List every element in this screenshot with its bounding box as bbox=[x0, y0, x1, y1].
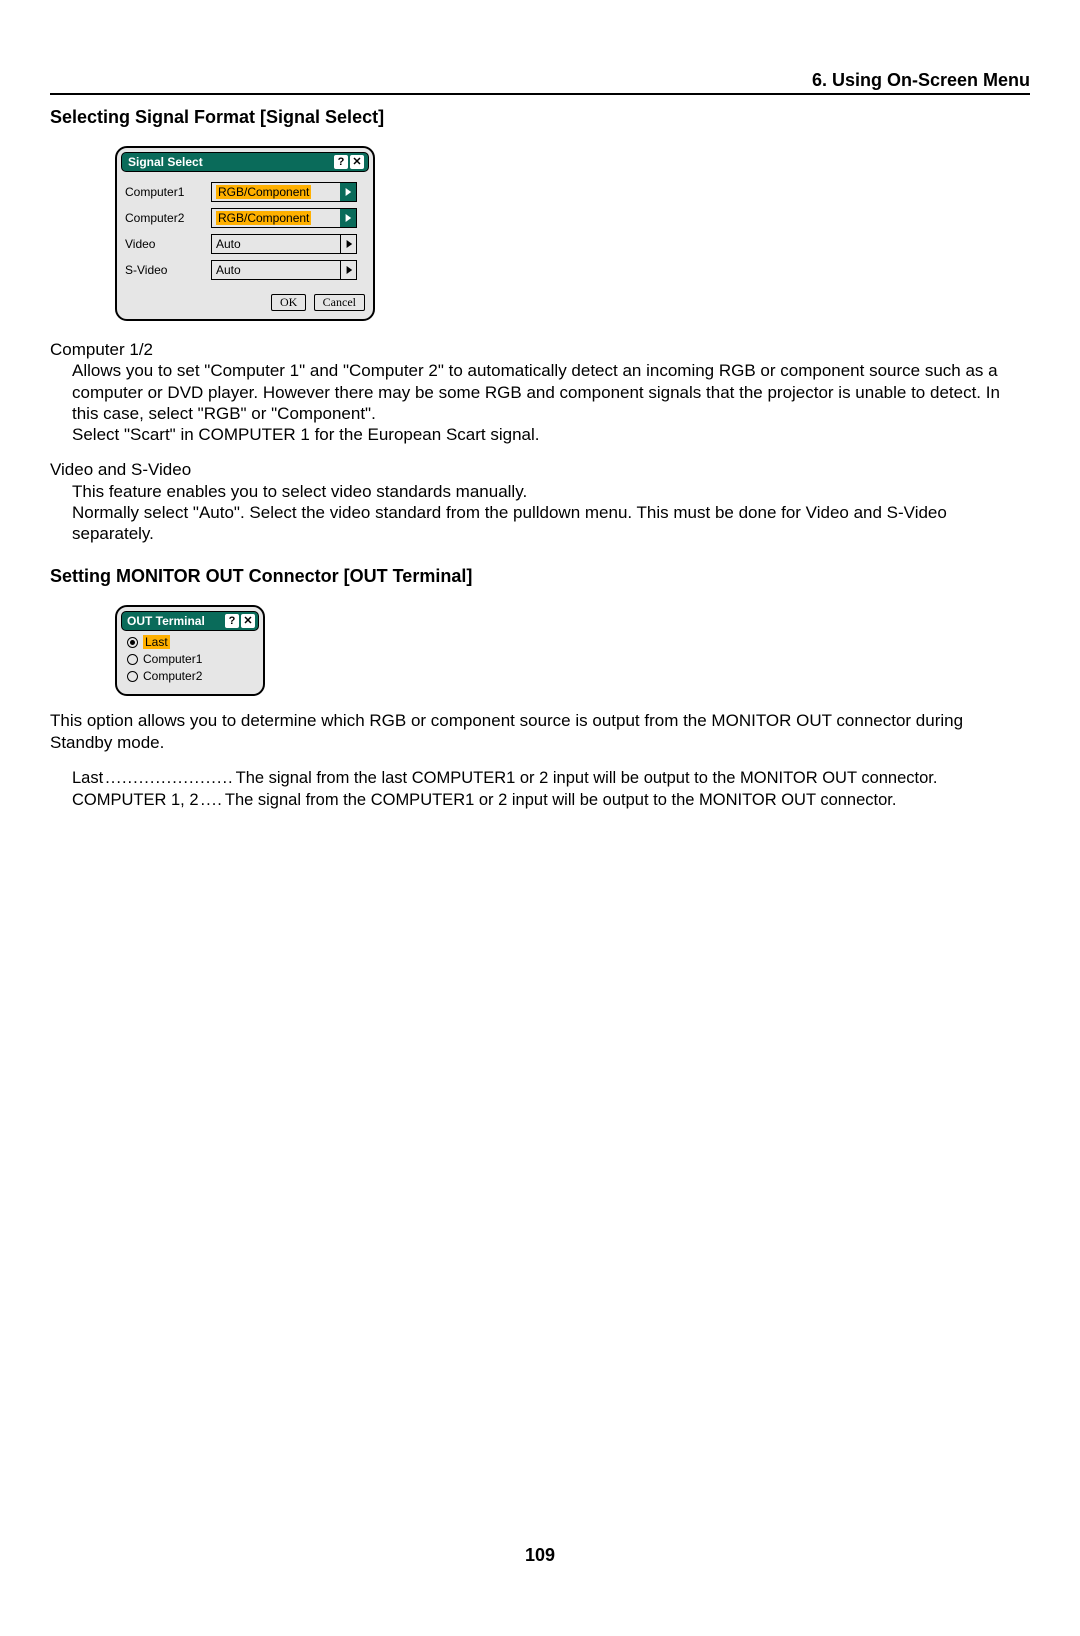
close-icon[interactable]: ✕ bbox=[350, 155, 364, 169]
help-icon[interactable]: ? bbox=[225, 614, 239, 628]
dropdown-value: Auto bbox=[216, 237, 241, 251]
dropdown-computer2[interactable]: RGB/Component bbox=[211, 208, 357, 228]
dropdown-value: RGB/Component bbox=[216, 185, 311, 199]
radio-label: Computer1 bbox=[143, 652, 202, 666]
para-computer-text1: Allows you to set "Computer 1" and "Comp… bbox=[72, 360, 1030, 424]
para-computer-text2: Select "Scart" in COMPUTER 1 for the Eur… bbox=[72, 424, 1030, 445]
dropdown-video[interactable]: Auto bbox=[211, 234, 357, 254]
signal-select-panel: Signal Select ? ✕ Computer1 RGB/Componen… bbox=[115, 146, 375, 321]
cancel-button[interactable]: Cancel bbox=[314, 294, 365, 311]
radio-last[interactable]: Last bbox=[127, 635, 263, 649]
ok-button[interactable]: OK bbox=[271, 294, 306, 311]
def-label: COMPUTER 1, 2 bbox=[72, 789, 199, 811]
panel-titlebar: Signal Select ? ✕ bbox=[121, 152, 369, 172]
radio-computer2[interactable]: Computer2 bbox=[127, 669, 263, 683]
chevron-right-icon bbox=[340, 183, 356, 201]
out-terminal-intro: This option allows you to determine whic… bbox=[50, 710, 1030, 753]
section-title-signal-select: Selecting Signal Format [Signal Select] bbox=[50, 107, 1030, 128]
def-label: Last bbox=[72, 767, 103, 789]
signal-row-svideo: S-Video Auto bbox=[125, 260, 365, 280]
panel-titlebar: OUT Terminal ? ✕ bbox=[121, 611, 259, 631]
row-label: Computer2 bbox=[125, 211, 211, 225]
close-icon[interactable]: ✕ bbox=[241, 614, 255, 628]
chevron-right-icon bbox=[340, 261, 356, 279]
def-dots: .... bbox=[201, 789, 223, 811]
radio-label: Computer2 bbox=[143, 669, 202, 683]
signal-row-computer2: Computer2 RGB/Component bbox=[125, 208, 365, 228]
page-number: 109 bbox=[50, 1545, 1030, 1566]
dropdown-value: RGB/Component bbox=[216, 211, 311, 225]
def-last: Last ....................... The signal … bbox=[72, 767, 1030, 789]
def-dots: ....................... bbox=[105, 767, 233, 789]
dropdown-value: Auto bbox=[216, 263, 241, 277]
row-label: S-Video bbox=[125, 263, 211, 277]
radio-icon bbox=[127, 654, 138, 665]
radio-icon bbox=[127, 637, 138, 648]
radio-computer1[interactable]: Computer1 bbox=[127, 652, 263, 666]
out-terminal-panel: OUT Terminal ? ✕ Last Computer1 Computer… bbox=[115, 605, 265, 696]
radio-icon bbox=[127, 671, 138, 682]
def-text: The signal from the COMPUTER1 or 2 input… bbox=[225, 789, 897, 811]
dropdown-svideo[interactable]: Auto bbox=[211, 260, 357, 280]
panel-title-text: OUT Terminal bbox=[127, 614, 205, 628]
para-video-text2: Normally select "Auto". Select the video… bbox=[72, 502, 1030, 545]
def-computer: COMPUTER 1, 2 .... The signal from the C… bbox=[72, 789, 1030, 811]
row-label: Video bbox=[125, 237, 211, 251]
chevron-right-icon bbox=[340, 209, 356, 227]
section-title-out-terminal: Setting MONITOR OUT Connector [OUT Termi… bbox=[50, 566, 1030, 587]
panel-title-text: Signal Select bbox=[128, 155, 203, 169]
help-icon[interactable]: ? bbox=[334, 155, 348, 169]
def-text: The signal from the last COMPUTER1 or 2 … bbox=[236, 767, 938, 789]
para-video-label: Video and S-Video bbox=[50, 459, 1030, 480]
radio-label: Last bbox=[143, 635, 170, 649]
signal-row-video: Video Auto bbox=[125, 234, 365, 254]
chapter-header: 6. Using On-Screen Menu bbox=[50, 70, 1030, 95]
para-computer-label: Computer 1/2 bbox=[50, 339, 1030, 360]
dropdown-computer1[interactable]: RGB/Component bbox=[211, 182, 357, 202]
chevron-right-icon bbox=[340, 235, 356, 253]
signal-row-computer1: Computer1 RGB/Component bbox=[125, 182, 365, 202]
para-video-text1: This feature enables you to select video… bbox=[72, 481, 1030, 502]
row-label: Computer1 bbox=[125, 185, 211, 199]
